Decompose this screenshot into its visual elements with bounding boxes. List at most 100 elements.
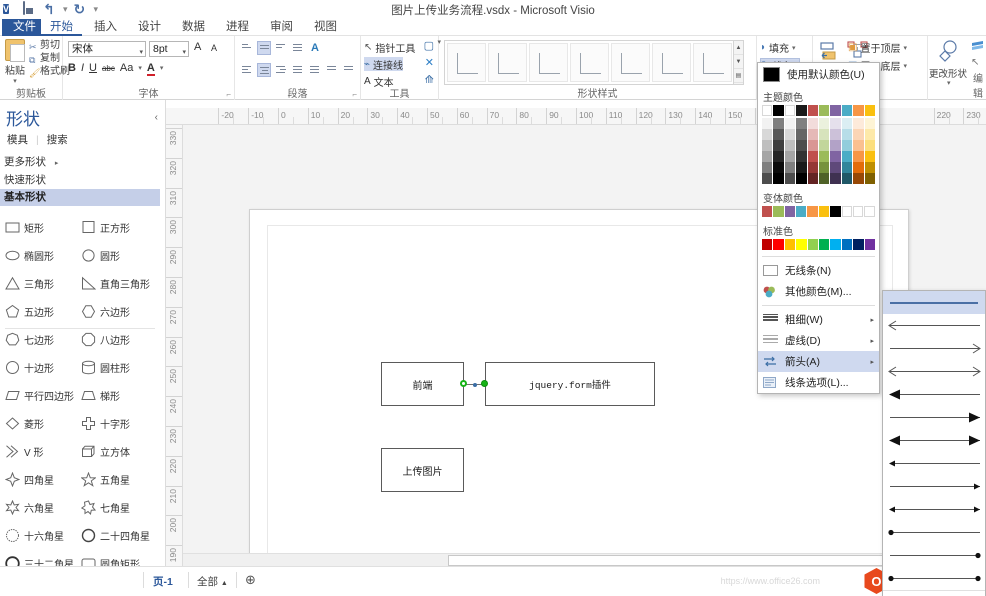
bring-front-dropdown-icon[interactable]: ▾	[903, 44, 907, 52]
connector-start-point[interactable]	[460, 380, 467, 387]
arrow-option-dot-both[interactable]	[883, 567, 985, 590]
color-swatch[interactable]	[819, 239, 829, 250]
stencil-item[interactable]: 圆柱形	[76, 360, 152, 375]
color-swatch[interactable]	[842, 239, 852, 250]
shrink-font-button[interactable]: A	[211, 43, 217, 53]
shape-style-cell[interactable]	[611, 43, 650, 82]
tab-design[interactable]: 设计	[129, 19, 170, 36]
color-swatch[interactable]	[853, 162, 863, 173]
copy-button[interactable]: 复制	[29, 52, 63, 65]
color-swatch[interactable]	[830, 162, 840, 173]
stencil-item[interactable]: 五边形	[0, 304, 76, 319]
color-swatch[interactable]	[819, 206, 829, 217]
color-swatch[interactable]	[773, 206, 783, 217]
stencil-item[interactable]: 直角三角形	[76, 276, 152, 291]
change-case-dropdown-icon[interactable]: ▾	[138, 64, 142, 72]
shape-style-cell[interactable]	[652, 43, 691, 82]
bold-button[interactable]: B	[68, 62, 76, 74]
stencil-item[interactable]: 八边形	[76, 332, 152, 347]
color-swatch[interactable]	[865, 118, 875, 129]
fill-dropdown-icon[interactable]: ▾	[792, 44, 796, 52]
color-swatch[interactable]	[773, 239, 783, 250]
all-pages-button[interactable]: 全部 ▲	[197, 574, 228, 589]
shape-jquery-form-plugin[interactable]: jquery.form插件	[485, 362, 655, 406]
stencil-item[interactable]: 圆形	[76, 248, 152, 263]
color-swatch[interactable]	[785, 206, 795, 217]
underline-button[interactable]: U	[89, 62, 97, 74]
arrow-option-dot-right[interactable]	[883, 544, 985, 567]
format-painter-button[interactable]: 格式刷	[29, 65, 63, 78]
align-middle-button[interactable]	[257, 41, 271, 55]
text-direction-button[interactable]: A	[308, 41, 322, 55]
horizontal-scrollbar[interactable]	[183, 553, 986, 566]
font-name-dropdown-icon[interactable]: ▾	[139, 45, 143, 60]
color-swatch[interactable]	[762, 105, 772, 116]
bring-to-front-button[interactable]: ▣ 置于顶层 ▾	[848, 40, 907, 55]
color-swatch[interactable]	[842, 206, 852, 217]
pointer-select-icon[interactable]: ↖	[971, 57, 979, 68]
align-left-button[interactable]	[240, 63, 254, 77]
color-swatch[interactable]	[808, 239, 818, 250]
tab-insert[interactable]: 插入	[85, 19, 126, 36]
gallery-scroll-up-icon[interactable]: ▲	[734, 41, 743, 55]
color-swatch[interactable]	[796, 118, 806, 129]
color-swatch[interactable]	[830, 118, 840, 129]
cut-button[interactable]: 剪切	[29, 39, 63, 52]
color-swatch[interactable]	[773, 140, 783, 151]
variant-colors-grid[interactable]	[758, 206, 879, 220]
delete-tool-icon[interactable]: ✕	[425, 56, 434, 69]
color-swatch[interactable]	[762, 173, 772, 184]
color-swatch[interactable]	[808, 140, 818, 151]
color-swatch[interactable]	[796, 105, 806, 116]
shape-frontend[interactable]: 前端	[381, 362, 464, 406]
stencil-item[interactable]: 七角星	[76, 500, 152, 515]
align-center-button[interactable]	[257, 63, 271, 77]
pointer-tool-button[interactable]: ↖ 指针工具	[364, 40, 415, 54]
use-default-color-item[interactable]: 使用默认颜色(U)	[758, 63, 879, 86]
stencil-item[interactable]: 十六角星	[0, 528, 76, 543]
styles-icon[interactable]	[970, 39, 986, 58]
shape-styles-gallery[interactable]	[444, 40, 740, 85]
rectangle-tool-icon[interactable]: ▢	[424, 39, 434, 52]
gallery-more-icon[interactable]: ▤	[734, 69, 743, 83]
shape-style-cell[interactable]	[570, 43, 609, 82]
color-swatch[interactable]	[842, 151, 852, 162]
color-swatch[interactable]	[773, 129, 783, 140]
color-swatch[interactable]	[762, 206, 772, 217]
color-swatch[interactable]	[785, 239, 795, 250]
color-swatch[interactable]	[842, 173, 852, 184]
color-swatch[interactable]	[773, 105, 783, 116]
color-swatch[interactable]	[807, 206, 817, 217]
color-swatch[interactable]	[785, 105, 795, 116]
color-swatch[interactable]	[773, 151, 783, 162]
color-swatch[interactable]	[785, 118, 795, 129]
arrow-option-solid-right[interactable]	[883, 406, 985, 429]
paste-button[interactable]: 粘贴 ▾	[2, 39, 28, 85]
grow-font-button[interactable]: A	[194, 41, 201, 53]
color-swatch[interactable]	[819, 105, 829, 116]
color-swatch[interactable]	[830, 151, 840, 162]
page-tab-1[interactable]: 页-1	[153, 574, 173, 589]
stencil-item[interactable]: 平行四边形	[0, 388, 76, 403]
collapse-panel-icon[interactable]: ‹	[155, 112, 158, 123]
shape-style-cell[interactable]	[693, 43, 732, 82]
color-swatch[interactable]	[785, 173, 795, 184]
color-swatch[interactable]	[864, 206, 874, 217]
font-color-button[interactable]: A	[147, 62, 155, 74]
arrow-option-open-both[interactable]	[883, 360, 985, 383]
tab-stencil[interactable]: 模具	[7, 132, 28, 147]
color-swatch[interactable]	[865, 105, 875, 116]
color-swatch[interactable]	[762, 162, 772, 173]
arrow-option-solid-left[interactable]	[883, 383, 985, 406]
tab-data[interactable]: 数据	[173, 19, 214, 36]
color-swatch[interactable]	[853, 206, 863, 217]
color-swatch[interactable]	[785, 151, 795, 162]
arrow-option-none[interactable]	[883, 291, 985, 314]
color-swatch[interactable]	[853, 105, 863, 116]
color-swatch[interactable]	[842, 118, 852, 129]
color-swatch[interactable]	[853, 239, 863, 250]
arrow-option-dot-left[interactable]	[883, 521, 985, 544]
arrow-option-small-right[interactable]	[883, 475, 985, 498]
stencil-item[interactable]: 正方形	[76, 220, 152, 235]
paragraph-dialog-launcher[interactable]: ⌐	[352, 90, 357, 99]
